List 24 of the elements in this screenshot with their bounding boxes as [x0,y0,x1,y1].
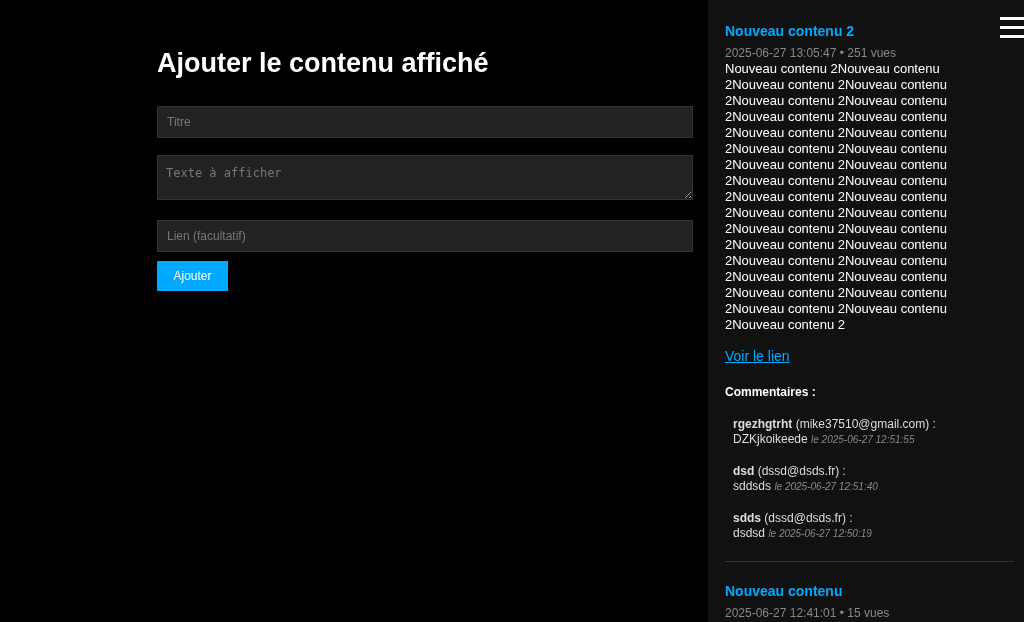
comment-email: (dssd@dsds.fr) : [757,464,846,478]
post-meta: 2025-06-27 13:05:47 • 251 vues [725,45,897,61]
comment-text: DZKjkoikeede [733,432,808,446]
comment-author: sdds [733,511,761,525]
post-body: Nouveau contenu 2Nouveau contenu 2Nouveau contenu 2Nouveau contenu 2Nouveau contenu 2Nouveau contenu 2Nouveau contenu 2Nouveau contenu 2Nouveau contenu 2Nouveau contenu 2Nouveau contenu 2Nouveau contenu 2Nouveau contenu 2Nouveau contenu 2Nouveau contenu 2Nouveau contenu 2Nouveau contenu 2Nouveau contenu 2Nouveau contenu 2Nouveau contenu 2Nouveau contenu 2Nouveau contenu 2Nouveau contenu 2Nouveau contenu 2Nouveau contenu 2Nouveau contenu 2Nouveau contenu 2Nouveau contenu 2Nouveau contenu 2Nouveau contenu 2Nouveau contenu 2Nouveau contenu 2Nouveau contenu 2 [725,61,948,333]
comment-date: le 2025-06-27 12:51:55 [811,434,915,445]
comment-text: sddsds [733,479,772,493]
comment-date: le 2025-06-27 12:51:40 [774,481,878,492]
comment-author: dsd [733,464,755,478]
comment-date: le 2025-06-27 12:50:19 [768,528,872,539]
page-title: Ajouter le contenu affiché [157,47,490,80]
post-meta: 2025-06-27 12:41:01 • 15 vues [725,605,891,621]
input-field[interactable]: Titre [157,106,693,138]
view-link[interactable]: Voir le lien [725,347,790,365]
text-area-field[interactable]: Texte à afficher [157,155,693,200]
comment-email: (dssd@dsds.fr) : [764,511,853,525]
comments-heading: Commentaires : [725,384,817,400]
input-field[interactable]: Lien (facultatif) [157,220,693,252]
post-title[interactable]: Nouveau contenu [725,582,1014,600]
comment-email: (mike37510@gmail.com) : [795,417,936,431]
menu-icon[interactable] [1000,17,1024,38]
post-title[interactable]: Nouveau contenu 2 [725,22,1014,40]
comment-author: rgezhgtrht [733,417,793,431]
comment-text: dsdsd [733,526,766,540]
